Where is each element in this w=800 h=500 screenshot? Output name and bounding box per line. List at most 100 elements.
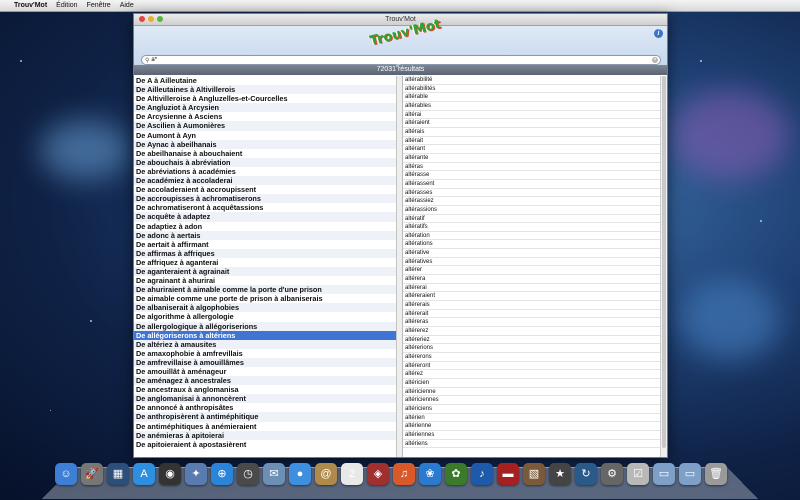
word-list-item[interactable]: altérerez	[403, 327, 661, 336]
range-list-item[interactable]: De ancestraux à anglomanisa	[134, 385, 396, 394]
range-list-item[interactable]: De apitoieraient à apostasièrent	[134, 440, 396, 449]
word-list-item[interactable]: altérations	[403, 240, 661, 250]
range-list-item[interactable]: De altériez à amausites	[134, 339, 397, 349]
word-list-item[interactable]: altéreras	[403, 318, 661, 328]
iphoto-icon[interactable]: ❀	[419, 463, 441, 485]
word-list-item[interactable]: altérassent	[403, 180, 661, 189]
mission-control-icon[interactable]: ▦	[107, 463, 129, 485]
range-list-item[interactable]: De affirmas à affriques	[134, 248, 397, 258]
word-list-item[interactable]: altérative	[403, 249, 661, 258]
range-list-item[interactable]: De Ascilien à Aumonières	[134, 121, 397, 131]
word-list-item[interactable]: altéras	[403, 163, 661, 172]
word-list-item[interactable]: altérerions	[403, 344, 661, 353]
preview-icon[interactable]: ✦	[185, 463, 207, 485]
itunes-store-icon[interactable]: ♪	[471, 463, 493, 485]
word-list-item[interactable]: altératives	[403, 258, 661, 267]
range-list-item[interactable]: De adaptiez à adon	[134, 222, 396, 231]
photo-booth-icon[interactable]: ◈	[367, 463, 389, 485]
word-list-item[interactable]: altérienne	[403, 422, 661, 431]
word-list-item[interactable]: altéricien	[403, 379, 661, 388]
itunes-icon[interactable]: ♫	[393, 463, 415, 485]
iphoto-album-icon[interactable]: ▧	[523, 463, 545, 485]
range-list-item[interactable]: De Aynac à abeilhanais	[134, 139, 397, 149]
minimize-button[interactable]	[148, 16, 154, 22]
word-list-item[interactable]: altériciens	[403, 405, 661, 414]
word-list-item[interactable]: altérable	[403, 93, 661, 102]
time-machine-icon[interactable]: ↻	[575, 463, 597, 485]
range-list-item[interactable]: De aertait à affirmant	[134, 240, 396, 249]
word-list[interactable]: altérabilité altérabilités altérable altéra…	[403, 76, 661, 457]
clear-search-icon[interactable]: ×	[652, 57, 658, 63]
range-list-item[interactable]: De allergologique à allégoriserions	[134, 321, 397, 331]
word-list-item[interactable]: altérien	[403, 414, 661, 423]
range-list-item[interactable]: De ahuriraient à aimable comme la porte …	[134, 285, 397, 295]
range-list-item[interactable]: De abréviations à académies	[134, 167, 396, 176]
range-list-item[interactable]: De abeilhanaise à abouchaient	[134, 149, 396, 158]
word-list-item[interactable]: altérerait	[403, 310, 661, 319]
menu-edition[interactable]: Édition	[56, 0, 77, 11]
word-list-item[interactable]: altéricienne	[403, 388, 661, 397]
range-list-item[interactable]: De anthropisèrent à antiméphitique	[134, 412, 397, 422]
menu-app-name[interactable]: Trouv'Mot	[14, 0, 47, 11]
word-list-item[interactable]: altéreront	[403, 362, 661, 371]
range-list-item[interactable]: De abouchais à abréviation	[134, 157, 397, 167]
app-store-icon[interactable]: A	[133, 463, 155, 485]
word-list-item[interactable]: altérait	[403, 137, 661, 146]
range-list-item[interactable]: De amaxophobie à amfrevillais	[134, 349, 396, 358]
calendar-icon[interactable]: 2	[341, 463, 363, 485]
range-list[interactable]: De A à Ailleutaine De Ailleutaines à Alti…	[134, 76, 398, 457]
word-list-item[interactable]: altérerons	[403, 353, 661, 362]
word-list-item[interactable]: altératifs	[403, 223, 661, 232]
imovie-icon[interactable]: ★	[549, 463, 571, 485]
range-list-item[interactable]: De anémieras à apitoierai	[134, 430, 397, 440]
range-list-item[interactable]: De allégoriserons à altériens	[134, 330, 397, 340]
word-list-item[interactable]: altérerai	[403, 284, 661, 293]
close-button[interactable]	[139, 16, 145, 22]
range-list-item[interactable]: De Altivilleroise à Angluzelles-et-Courc…	[134, 94, 396, 103]
range-list-item[interactable]: De Angluziot à Arcysien	[134, 103, 397, 113]
book-icon[interactable]: ▬	[497, 463, 519, 485]
range-list-item[interactable]: De Ailleutaines à Altivillerois	[134, 85, 397, 95]
launchpad-icon[interactable]: 🚀	[81, 463, 103, 485]
facetime-icon[interactable]: ◷	[237, 463, 259, 485]
word-list-item[interactable]: altérassions	[403, 206, 661, 215]
range-list-item[interactable]: De Arcysienne à Asciens	[134, 112, 396, 121]
menu-aide[interactable]: Aide	[120, 0, 134, 11]
word-list-item[interactable]: altérerais	[403, 301, 661, 310]
range-list-item[interactable]: De aménagez à ancestrales	[134, 376, 397, 386]
range-list-item[interactable]: De albaniserait à algophobies	[134, 303, 397, 313]
range-list-item[interactable]: De académiez à accoladerai	[134, 176, 397, 186]
applications-folder-icon[interactable]: ▭	[653, 463, 675, 485]
menu-fenetre[interactable]: Fenêtre	[87, 0, 111, 11]
word-list-item[interactable]: altérais	[403, 128, 661, 137]
word-list-item[interactable]: altérez	[403, 370, 661, 379]
contacts-icon[interactable]: @	[315, 463, 337, 485]
word-list-scrollbar[interactable]	[660, 76, 668, 457]
word-list-item[interactable]: altériciennes	[403, 396, 661, 405]
word-list-item[interactable]: altératif	[403, 215, 661, 224]
word-list-item[interactable]: altériennes	[403, 431, 661, 440]
word-list-item[interactable]: altéreraient	[403, 292, 661, 302]
zoom-button[interactable]	[157, 16, 163, 22]
range-list-item[interactable]: De algorithme à allergologie	[134, 312, 396, 321]
word-list-item[interactable]: altériens	[403, 440, 661, 449]
word-list-item[interactable]: altérasses	[403, 189, 661, 198]
mail-icon[interactable]: ✉	[263, 463, 285, 485]
range-list-item[interactable]: De adonc à aertais	[134, 230, 397, 240]
finder-icon[interactable]: ☺	[55, 463, 77, 485]
range-list-item[interactable]: De anglomanisai à annoncèrent	[134, 394, 397, 404]
word-list-item[interactable]: altérables	[403, 102, 661, 111]
info-icon[interactable]: i	[654, 29, 663, 38]
range-list-item[interactable]: De achromatiseront à acquêtassions	[134, 203, 396, 212]
safari-icon[interactable]: ⊕	[211, 463, 233, 485]
word-list-item[interactable]: altéreriez	[403, 336, 661, 345]
range-list-item[interactable]: De aganteraient à agrainait	[134, 266, 397, 277]
trouvmot-icon[interactable]: ☑	[627, 463, 649, 485]
range-list-item[interactable]: De antiméphitiques à anémieraient	[134, 422, 396, 431]
range-list-item[interactable]: De annoncé à anthropisâtes	[134, 403, 396, 412]
word-list-item[interactable]: altérer	[403, 266, 661, 276]
range-list-item[interactable]: De affriquez à aganterai	[134, 258, 396, 267]
range-list-item[interactable]: De accroupisses à achromatiserons	[134, 194, 397, 204]
word-list-item[interactable]: altération	[403, 232, 661, 241]
range-list-item[interactable]: De acquête à adaptez	[134, 212, 397, 222]
